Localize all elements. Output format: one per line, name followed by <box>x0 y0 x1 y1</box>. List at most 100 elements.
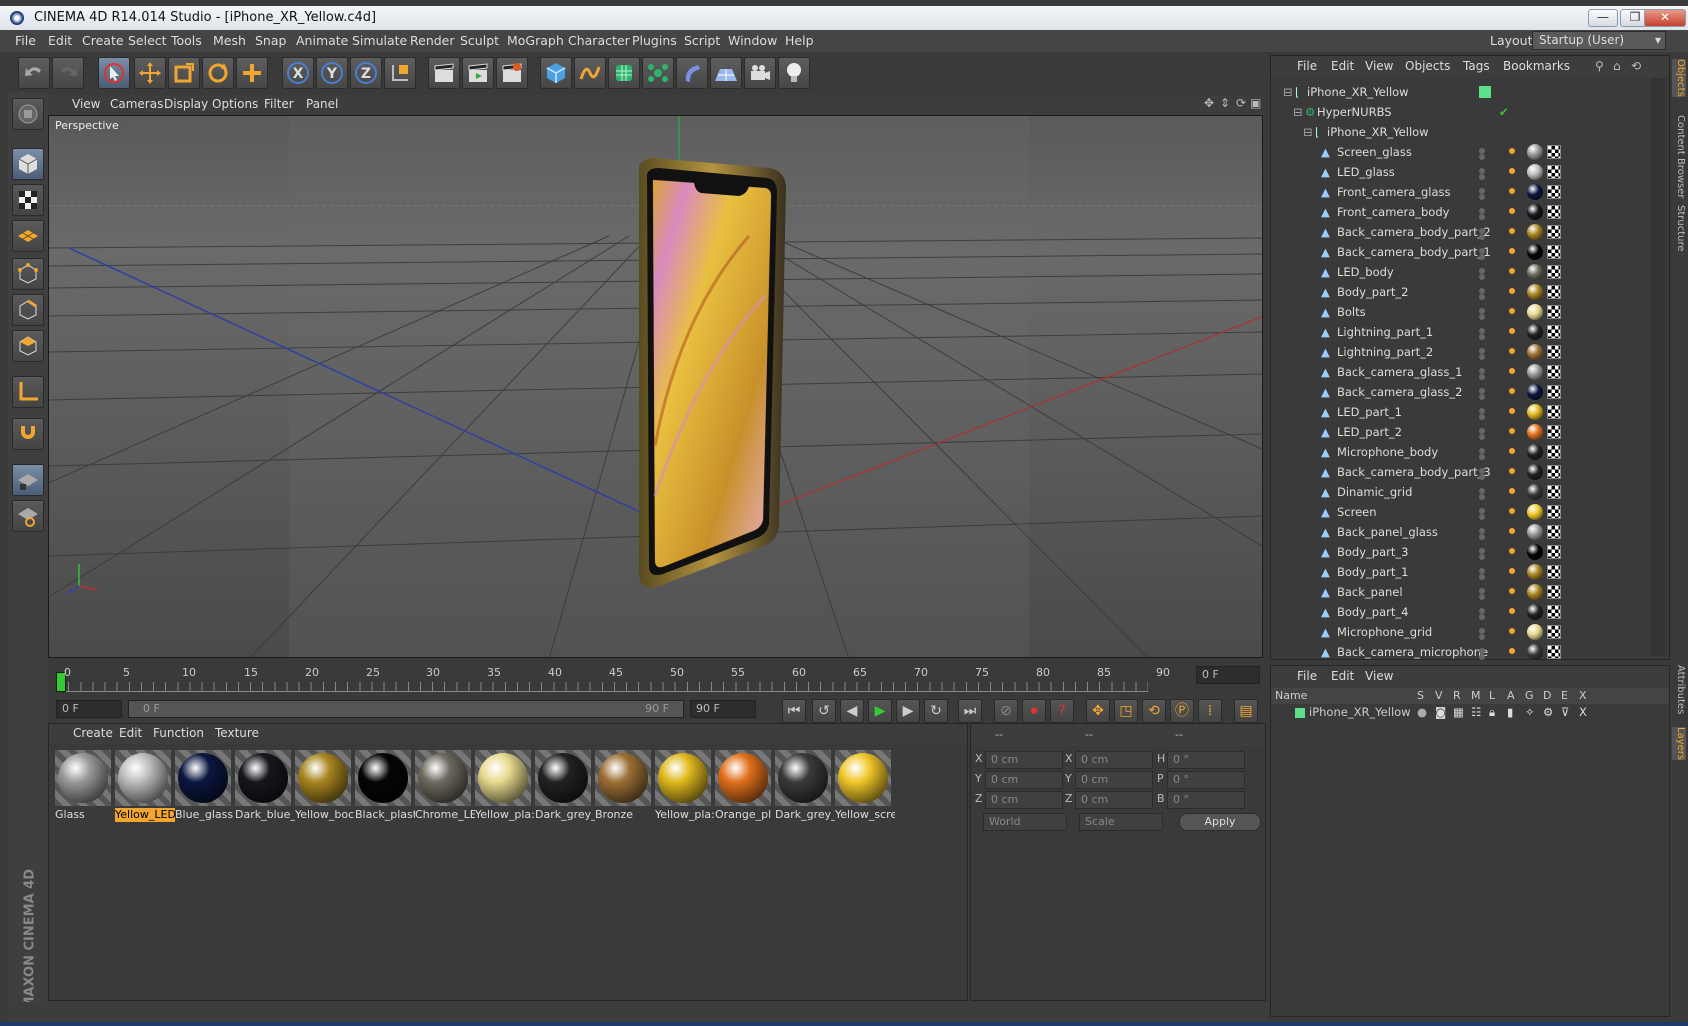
viewport-menu-cameras[interactable]: Cameras <box>110 97 163 111</box>
uvw-tag-icon[interactable] <box>1547 525 1561 539</box>
rot-b-field[interactable]: 0 ° <box>1167 791 1245 809</box>
light-button[interactable] <box>778 57 810 89</box>
object-row[interactable]: ▲ Lightning_part_1 <box>1271 322 1651 342</box>
collapse-icon[interactable]: ⊟ <box>1283 82 1293 102</box>
material-tag-icon[interactable] <box>1527 424 1543 440</box>
phong-tag-icon[interactable] <box>1509 348 1515 354</box>
object-row[interactable]: ▲ Back_panel <box>1271 582 1651 602</box>
material-tag-icon[interactable] <box>1527 564 1543 580</box>
menu-sculpt[interactable]: Sculpt <box>460 33 499 48</box>
object-row[interactable]: ▲ Back_panel_glass <box>1271 522 1651 542</box>
material-tile[interactable]: Dark_grey_ <box>773 748 835 828</box>
material-tag-icon[interactable] <box>1527 144 1543 160</box>
object-menu-objects[interactable]: Objects <box>1405 59 1450 73</box>
menu-create[interactable]: Create <box>82 33 124 48</box>
menu-select[interactable]: Select <box>128 33 167 48</box>
object-row-root[interactable]: ⊟ ⌊ iPhone_XR_Yellow <box>1271 82 1651 102</box>
render-visibility-dot[interactable] <box>1479 454 1485 460</box>
phong-tag-icon[interactable] <box>1509 608 1515 614</box>
tab-structure[interactable]: Structure <box>1672 205 1686 252</box>
perspective-viewport[interactable]: Perspective <box>48 115 1263 658</box>
material-tag-icon[interactable] <box>1527 324 1543 340</box>
points-mode-button[interactable] <box>12 258 44 290</box>
phong-tag-icon[interactable] <box>1509 288 1515 294</box>
render-visibility-dot[interactable] <box>1479 234 1485 240</box>
checkmark-icon[interactable]: ✔ <box>1499 102 1509 122</box>
render-visibility-dot[interactable] <box>1479 154 1485 160</box>
material-tile[interactable]: Black_plast <box>353 748 415 828</box>
material-menu-create[interactable]: Create <box>73 726 113 740</box>
uvw-tag-icon[interactable] <box>1547 305 1561 319</box>
render-visibility-dot[interactable] <box>1479 414 1485 420</box>
home-icon[interactable]: ⌂ <box>1613 59 1621 73</box>
menu-window[interactable]: Window <box>728 33 777 48</box>
material-tag-icon[interactable] <box>1527 364 1543 380</box>
viewport-menu-options[interactable]: Options <box>212 97 258 111</box>
phong-tag-icon[interactable] <box>1509 328 1515 334</box>
object-row[interactable]: ▲ Back_camera_body_part_1 <box>1271 242 1651 262</box>
viewport-menu-panel[interactable]: Panel <box>306 97 338 111</box>
rot-h-field[interactable]: 0 ° <box>1167 751 1245 769</box>
size-mode-select[interactable]: Scale <box>1079 813 1163 831</box>
frame-range-slider[interactable]: 0 F 90 F <box>128 700 684 718</box>
layer-row[interactable]: iPhone_XR_Yellow ● ◙ ▦ ☷ 🔒︎ ▮ ✧ ⚙ ⊽ X <box>1271 704 1669 722</box>
coordinate-mode-select[interactable]: World <box>983 813 1067 831</box>
uvw-tag-icon[interactable] <box>1547 385 1561 399</box>
viewport-menu-filter[interactable]: Filter <box>264 97 294 111</box>
material-tag-icon[interactable] <box>1527 224 1543 240</box>
render-view-button[interactable] <box>428 57 460 89</box>
material-tag-icon[interactable] <box>1527 544 1543 560</box>
pos-y-field[interactable]: 0 cm <box>985 771 1063 789</box>
render-visibility-dot[interactable] <box>1479 254 1485 260</box>
deformers-icon[interactable]: ⚙ <box>1543 705 1553 719</box>
size-x-field[interactable]: 0 cm <box>1075 751 1153 769</box>
material-tag-icon[interactable] <box>1527 404 1543 420</box>
uvw-tag-icon[interactable] <box>1547 585 1561 599</box>
collapse-icon[interactable]: ⊟ <box>1293 102 1303 122</box>
render-visibility-dot[interactable] <box>1479 294 1485 300</box>
phong-tag-icon[interactable] <box>1509 168 1515 174</box>
next-key-button[interactable]: ↻ <box>924 699 948 723</box>
nurbs-button[interactable] <box>608 57 640 89</box>
deformer-button[interactable] <box>676 57 708 89</box>
menu-help[interactable]: Help <box>785 33 814 48</box>
render-visibility-dot[interactable] <box>1479 654 1485 660</box>
material-tile[interactable]: Blue_glass <box>173 748 233 828</box>
object-row[interactable]: ▲ Back_camera_microphone <box>1271 642 1651 662</box>
phong-tag-icon[interactable] <box>1509 308 1515 314</box>
object-row[interactable]: ▲ Back_camera_body_part_2 <box>1271 222 1651 242</box>
layer-menu-file[interactable]: File <box>1297 669 1317 683</box>
uvw-tag-icon[interactable] <box>1547 145 1561 159</box>
next-frame-button[interactable]: ▶ <box>896 699 920 723</box>
render-visibility-dot[interactable] <box>1479 554 1485 560</box>
render-visibility-dot[interactable] <box>1479 174 1485 180</box>
recent-tool-button[interactable] <box>236 57 268 89</box>
workplane-mode-button[interactable] <box>12 220 44 252</box>
timeline-ruler[interactable] <box>56 682 1148 692</box>
uvw-tag-icon[interactable] <box>1547 405 1561 419</box>
render-settings-button[interactable] <box>496 57 528 89</box>
uvw-tag-icon[interactable] <box>1547 185 1561 199</box>
axis-mode-button[interactable] <box>12 376 44 408</box>
y-axis-button[interactable]: Y <box>316 57 348 89</box>
material-tag-icon[interactable] <box>1527 204 1543 220</box>
object-row[interactable]: ▲ Back_camera_glass_1 <box>1271 362 1651 382</box>
viewport-zoom-icon[interactable]: ⇕ <box>1220 96 1230 110</box>
render-visibility-dot[interactable] <box>1479 494 1485 500</box>
render-visibility-dot[interactable] <box>1479 594 1485 600</box>
viewport-rotate-icon[interactable]: ⟳ <box>1236 96 1246 110</box>
search-icon[interactable]: ⚲ <box>1595 59 1604 73</box>
object-menu-view[interactable]: View <box>1365 59 1393 73</box>
menu-snap[interactable]: Snap <box>255 33 286 48</box>
tab-attributes[interactable]: Attributes <box>1672 665 1686 714</box>
layout-select[interactable]: Startup (User) ▾ <box>1532 31 1666 50</box>
viewport-move-icon[interactable]: ✥ <box>1204 96 1214 110</box>
material-tag-icon[interactable] <box>1527 244 1543 260</box>
move-tool-button[interactable] <box>134 57 166 89</box>
xref-icon[interactable]: X <box>1579 705 1587 719</box>
floor-button[interactable] <box>710 57 742 89</box>
phong-tag-icon[interactable] <box>1509 508 1515 514</box>
live-selection-button[interactable] <box>98 57 130 89</box>
menu-edit[interactable]: Edit <box>48 33 72 48</box>
edges-mode-button[interactable] <box>12 294 44 326</box>
